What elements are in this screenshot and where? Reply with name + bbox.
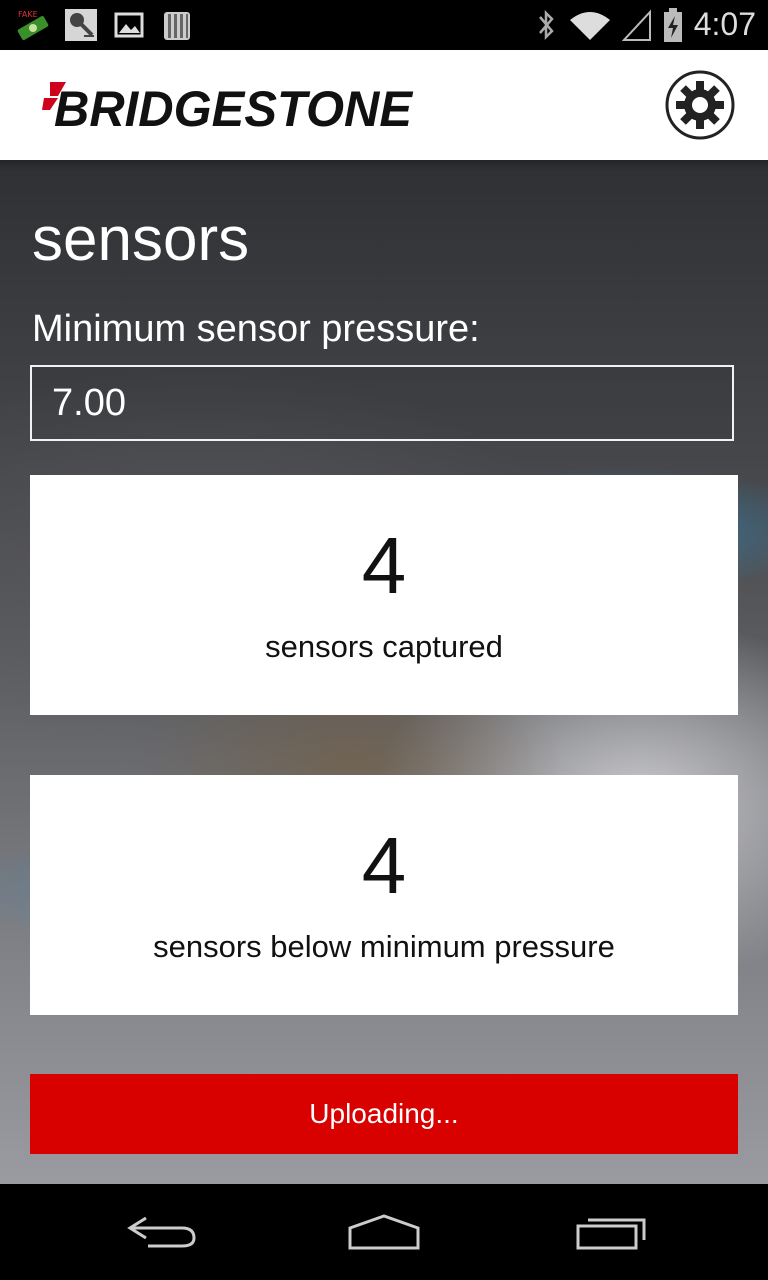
sensors-below-minimum-label: sensors below minimum pressure — [153, 929, 615, 964]
wifi-icon — [569, 11, 610, 40]
status-bar: FAKE 4:07 — [0, 0, 768, 50]
app-bar-shadow — [0, 160, 768, 170]
sensors-below-minimum-count: 4 — [361, 821, 407, 910]
home-icon[interactable] — [344, 1212, 424, 1252]
image-icon — [114, 12, 144, 38]
battery-charging-icon — [663, 7, 682, 42]
svg-text:BRIDGESTONE: BRIDGESTONE — [54, 81, 414, 130]
back-icon[interactable] — [122, 1212, 202, 1252]
sensors-captured-label: sensors captured — [265, 629, 503, 664]
app-bar: BRIDGESTONE — [0, 50, 768, 160]
bridgestone-logo: BRIDGESTONE — [42, 81, 414, 130]
sensors-captured-count: 4 — [361, 521, 407, 610]
system-icons: 4:07 — [534, 6, 756, 43]
barcode-icon — [164, 12, 190, 40]
settings-gear-icon[interactable] — [664, 69, 736, 141]
upload-button[interactable]: Uploading... — [30, 1074, 738, 1154]
clock: 4:07 — [693, 6, 756, 42]
bluetooth-icon — [538, 9, 554, 40]
recent-apps-icon[interactable] — [572, 1212, 652, 1252]
sensors-captured-card: 4 sensors captured — [30, 475, 738, 715]
signal-icon — [621, 8, 651, 41]
page-title: sensors — [32, 205, 250, 274]
navigation-bar — [0, 1184, 768, 1280]
min-pressure-label: Minimum sensor pressure: — [32, 308, 480, 350]
svg-text:FAKE: FAKE — [18, 10, 38, 19]
fake-gps-icon: FAKE — [17, 10, 49, 40]
notification-icons: FAKE — [16, 8, 194, 42]
sensors-below-minimum-card: 4 sensors below minimum pressure — [30, 775, 738, 1015]
microphone-icon — [65, 9, 97, 41]
min-pressure-input[interactable] — [30, 365, 734, 441]
